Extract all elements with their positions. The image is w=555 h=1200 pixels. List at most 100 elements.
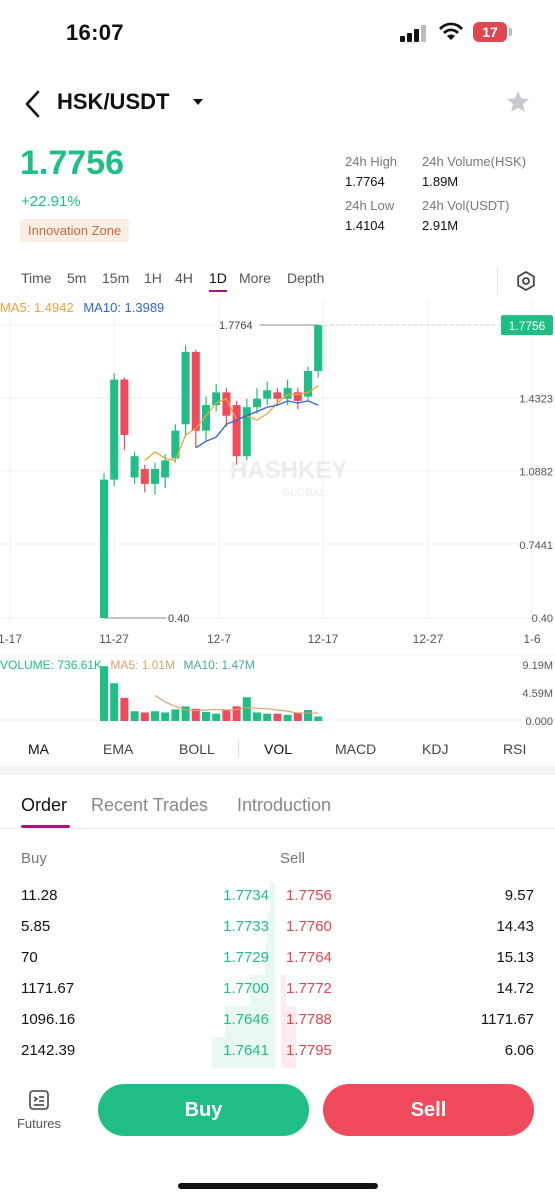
order-book-row[interactable]: 11.28 1.7734 1.7756 9.57 xyxy=(0,882,555,913)
ma5-line xyxy=(144,385,319,462)
period-tab-4h[interactable]: 4H xyxy=(175,270,193,286)
battery-icon: 17 xyxy=(473,22,507,42)
futures-icon xyxy=(29,1090,49,1110)
tab-introduction[interactable]: Introduction xyxy=(237,795,331,816)
period-tab-5m[interactable]: 5m xyxy=(67,270,86,286)
period-tab-depth[interactable]: Depth xyxy=(287,270,324,286)
period-tab-1d[interactable]: 1D xyxy=(209,270,227,292)
ma-legend: MA5: 1.4942 MA10: 1.3989 xyxy=(0,300,164,315)
watermark: HASHKEY xyxy=(230,457,347,484)
futures-button[interactable]: Futures xyxy=(12,1086,66,1136)
volume-tick-label: 0.000 xyxy=(525,716,553,728)
candle-body xyxy=(130,456,139,478)
indicator-tab-macd[interactable]: MACD xyxy=(335,741,376,757)
y-tick-label: 1.0882 xyxy=(519,467,553,479)
sell-price: 1.7760 xyxy=(286,918,332,935)
sell-price: 1.7788 xyxy=(286,1011,332,1028)
volume-bar xyxy=(161,712,170,721)
back-arrow-icon[interactable] xyxy=(20,88,48,120)
volume-legend: VOLUME: 736.61K MA5: 1.01M MA10: 1.47M xyxy=(0,658,255,672)
order-book-row[interactable]: 1171.67 1.7700 1.7772 14.72 xyxy=(0,975,555,1006)
candle-body xyxy=(191,351,200,431)
zone-badge: Innovation Zone xyxy=(20,219,130,242)
volume-bar xyxy=(120,697,129,721)
buy-button[interactable]: Buy xyxy=(98,1084,309,1136)
sell-price: 1.7772 xyxy=(286,980,332,997)
order-book-sell-header: Sell xyxy=(280,850,306,867)
period-tabs: Time 5m 15m 1H 4H 1D More Depth xyxy=(0,270,555,292)
status-time: 16:07 xyxy=(66,20,124,45)
tab-recent-trades[interactable]: Recent Trades xyxy=(91,795,208,816)
buy-quantity: 1096.16 xyxy=(21,1011,76,1028)
volume-bar xyxy=(212,713,221,721)
buy-quantity: 11.28 xyxy=(21,887,58,904)
indicator-tab-kdj[interactable]: KDJ xyxy=(422,741,448,757)
x-tick-label: 12-7 xyxy=(207,632,231,646)
indicator-tab-rsi[interactable]: RSI xyxy=(503,741,526,757)
status-bar: 16:07 17 xyxy=(0,0,555,64)
stat-24h-high: 24h High 1.7764 xyxy=(345,154,397,189)
order-book-row[interactable]: 70 1.7729 1.7764 15.13 xyxy=(0,944,555,975)
volume-bar xyxy=(151,711,159,721)
sell-quantity: 1171.67 xyxy=(480,1011,534,1028)
sell-price: 1.7795 xyxy=(286,1042,332,1059)
stat-label: 24h High xyxy=(345,154,398,169)
buy-price: 1.7734 xyxy=(223,887,269,904)
buy-quantity: 5.85 xyxy=(21,918,51,935)
order-book-row[interactable]: 1096.16 1.7646 1.7788 1171.67 xyxy=(0,1006,555,1037)
indicator-tab-ma[interactable]: MA xyxy=(28,741,49,757)
x-tick-label: 12-17 xyxy=(308,632,339,646)
order-book-row[interactable]: 5.85 1.7733 1.7760 14.43 xyxy=(0,913,555,944)
order-book-row[interactable]: 2142.39 1.7641 1.7795 6.06 xyxy=(0,1037,555,1068)
high-marker-label: 1.7764 xyxy=(219,320,253,332)
stat-label: 24h Vol(USDT) xyxy=(422,198,510,213)
period-tab-more[interactable]: More xyxy=(239,270,271,286)
volume-bar xyxy=(110,683,119,721)
tab-order[interactable]: Order xyxy=(21,795,67,816)
volume-bar xyxy=(263,713,272,721)
candle-body xyxy=(161,460,170,478)
volume-bar xyxy=(222,710,231,721)
indicator-tab-boll[interactable]: BOLL xyxy=(179,741,215,757)
stat-24h-volume: 24h Volume(HSK) 1.89M xyxy=(422,154,526,189)
sell-button[interactable]: Sell xyxy=(323,1084,534,1136)
candle-body xyxy=(151,468,159,484)
indicator-tab-vol[interactable]: VOL xyxy=(264,741,292,757)
stat-label: 24h Volume(HSK) xyxy=(422,154,527,169)
period-tab-15m[interactable]: 15m xyxy=(102,270,129,286)
candle-body xyxy=(140,468,149,484)
buy-quantity: 1171.67 xyxy=(21,980,75,997)
wifi-icon xyxy=(439,22,463,40)
stat-24h-vol-usdt: 24h Vol(USDT) 2.91M xyxy=(422,198,509,233)
candle-body xyxy=(202,405,210,431)
buy-price: 1.7700 xyxy=(223,980,269,997)
chevron-down-icon[interactable] xyxy=(193,99,203,105)
sell-price: 1.7756 xyxy=(286,887,332,904)
buy-depth-bar xyxy=(270,882,275,913)
candle-body xyxy=(273,392,282,399)
volume-bar xyxy=(293,712,302,721)
favorite-star-icon[interactable] xyxy=(505,89,531,115)
x-tick-label: 1-6 xyxy=(523,632,541,646)
vol-ma5-legend: MA5: 1.01M xyxy=(110,658,176,672)
candle-body xyxy=(120,379,129,435)
buy-price: 1.7729 xyxy=(223,949,269,966)
chart-settings-icon[interactable] xyxy=(515,270,537,292)
buy-quantity: 70 xyxy=(21,949,38,966)
pair-title[interactable]: HSK/USDT xyxy=(57,89,169,115)
volume-tick-label: 4.59M xyxy=(522,688,553,700)
ma10-legend: MA10: 1.3989 xyxy=(83,300,165,315)
period-tab-1h[interactable]: 1H xyxy=(144,270,162,286)
last-price-tag-label: 1.7756 xyxy=(509,319,546,333)
volume-value-legend: VOLUME: 736.61K xyxy=(0,658,103,672)
indicator-tab-ema[interactable]: EMA xyxy=(103,741,133,757)
sell-price: 1.7764 xyxy=(286,949,332,966)
buy-quantity: 2142.39 xyxy=(21,1042,76,1059)
header: HSK/USDT xyxy=(0,80,555,128)
low-marker-label: 0.40 xyxy=(168,613,189,625)
y-tick-label: 0.40 xyxy=(532,613,553,625)
sell-quantity: 14.72 xyxy=(496,980,534,997)
volume-bar xyxy=(314,716,323,721)
x-tick-label: 11-27 xyxy=(99,632,129,646)
period-tab-time[interactable]: Time xyxy=(21,270,52,286)
